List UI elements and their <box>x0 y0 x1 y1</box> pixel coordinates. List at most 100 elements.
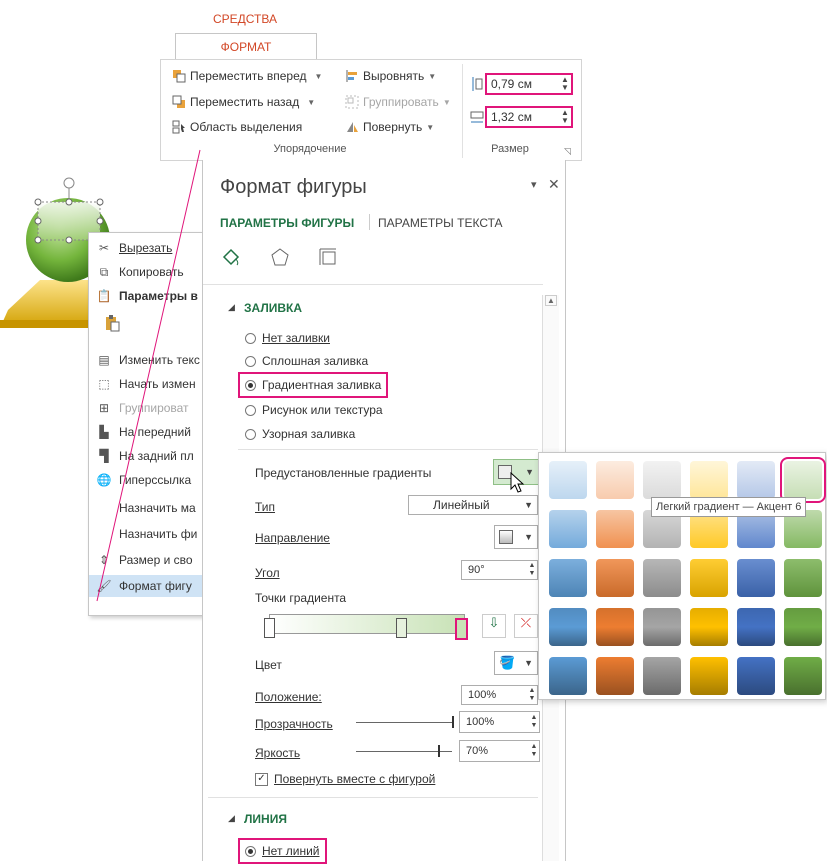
radio-picture-fill[interactable]: Рисунок или текстура <box>245 403 383 417</box>
tab-format[interactable]: ФОРМАТ <box>175 33 317 60</box>
collapse-fill-icon[interactable]: ◢ <box>228 302 235 313</box>
fill-line-icon[interactable] <box>221 247 241 270</box>
gradient-swatch[interactable] <box>549 559 587 597</box>
gradient-swatch[interactable] <box>596 510 634 548</box>
tooltip: Легкий градиент — Акцент 6 <box>651 497 807 517</box>
menu-item-copy[interactable]: ⧉ Копировать <box>89 261 209 283</box>
contextual-tab-label: СРЕДСТВА РИСОВАНИЯ <box>175 8 315 48</box>
spinner-arrows-icon[interactable]: ▲ ▼ <box>527 687 537 703</box>
size-properties-icon[interactable] <box>318 247 338 270</box>
gradient-swatch[interactable] <box>690 559 728 597</box>
menu-item-send-back[interactable]: ▜ На задний пл <box>89 445 209 467</box>
gradient-swatch[interactable] <box>737 608 775 646</box>
gradient-swatch[interactable] <box>643 461 681 499</box>
gradient-stop-handle[interactable] <box>396 618 407 638</box>
gradient-swatch[interactable] <box>784 559 822 597</box>
dialog-launcher-icon[interactable]: ◹ <box>564 146 571 157</box>
gradient-swatch[interactable] <box>690 657 728 695</box>
radio-button[interactable] <box>245 332 256 344</box>
remove-stop-icon[interactable]: ⤫ <box>514 614 538 638</box>
menu-item-hyperlink[interactable]: 🌐 Гиперссылка <box>89 469 209 491</box>
gradient-swatch[interactable] <box>549 461 587 499</box>
radio-button[interactable] <box>245 355 256 367</box>
menu-item-bring-front[interactable]: ▙ На передний <box>89 421 209 443</box>
transparency-slider-track[interactable] <box>356 722 452 723</box>
effects-icon[interactable] <box>270 247 290 270</box>
tab-text-options[interactable]: ПАРАМЕТРЫ ТЕКСТА <box>378 216 503 230</box>
gradient-swatch[interactable] <box>549 657 587 695</box>
gradient-swatch[interactable] <box>737 657 775 695</box>
width-spinner[interactable]: 1,32 см ▲ ▼ <box>485 106 573 128</box>
brightness-slider-thumb[interactable] <box>438 745 440 757</box>
bring-forward-button[interactable]: Переместить вперед ▼ <box>172 66 322 86</box>
spinner-arrows-icon[interactable]: ▲ ▼ <box>527 562 537 578</box>
selection-pane-button[interactable]: Область выделения <box>172 117 302 137</box>
brightness-spinner[interactable]: 70% ▲ ▼ <box>459 740 540 762</box>
gradient-swatch[interactable] <box>784 608 822 646</box>
gradient-swatch-selected[interactable] <box>780 457 826 503</box>
close-icon[interactable]: ✕ <box>548 176 560 193</box>
radio-button[interactable] <box>245 404 256 416</box>
transparency-spinner[interactable]: 100% ▲ ▼ <box>459 711 540 733</box>
gradient-swatch[interactable] <box>549 510 587 548</box>
rotate-button[interactable]: Повернуть ▼ <box>345 117 434 137</box>
tab-shape-options[interactable]: ПАРАМЕТРЫ ФИГУРЫ <box>220 216 354 230</box>
align-button[interactable]: Выровнять ▼ <box>345 66 436 86</box>
gradient-swatch[interactable] <box>643 608 681 646</box>
direction-dropdown[interactable]: ▼ <box>494 525 538 549</box>
gradient-swatch[interactable] <box>596 461 634 499</box>
position-spinner[interactable]: 100% ▲ ▼ <box>461 685 538 705</box>
radio-button[interactable] <box>245 379 256 391</box>
gradient-swatch[interactable] <box>737 559 775 597</box>
gradient-swatch[interactable] <box>549 608 587 646</box>
radio-button[interactable] <box>245 845 256 857</box>
gradient-swatch[interactable] <box>596 657 634 695</box>
radio-no-line[interactable]: Нет линий <box>238 838 327 864</box>
radio-gradient-fill[interactable]: Градиентная заливка <box>238 372 389 398</box>
radio-solid-fill[interactable]: Сплошная заливка <box>245 354 368 368</box>
collapse-line-icon[interactable]: ◢ <box>228 813 235 824</box>
gradient-stop-handle-selected[interactable] <box>455 618 468 640</box>
line-section-title[interactable]: ЛИНИЯ <box>244 812 287 826</box>
spinner-arrows-icon[interactable]: ▲ ▼ <box>529 714 539 730</box>
gradient-stops-bar[interactable] <box>264 612 468 640</box>
menu-item-size-properties[interactable]: ⇕ Размер и сво <box>89 549 209 571</box>
gradient-swatch[interactable] <box>737 461 775 499</box>
gradient-stop-handle[interactable] <box>264 618 275 638</box>
menu-item-paste-option[interactable] <box>89 313 209 335</box>
gradient-swatch[interactable] <box>690 608 728 646</box>
radio-button[interactable] <box>245 428 256 440</box>
radio-no-fill[interactable]: Нет заливки <box>245 331 330 345</box>
menu-item-group[interactable]: ⊞ Группироват <box>89 397 209 419</box>
spinner-arrows-icon[interactable]: ▲ ▼ <box>559 109 571 125</box>
send-backward-button[interactable]: Переместить назад ▼ <box>172 92 315 112</box>
scroll-up-icon[interactable]: ▲ <box>545 295 557 306</box>
fill-section-title[interactable]: ЗАЛИВКА <box>244 301 302 315</box>
angle-spinner[interactable]: 90° ▲ ▼ <box>461 560 538 580</box>
gradient-swatch[interactable] <box>643 657 681 695</box>
chevron-down-icon: ▼ <box>314 71 323 81</box>
menu-item-assign-figure[interactable]: Назначить фи <box>89 523 209 545</box>
gradient-swatch[interactable] <box>690 461 728 499</box>
height-spinner[interactable]: 0,79 см ▲ ▼ <box>485 73 573 95</box>
menu-item-edit-text[interactable]: ▤ Изменить текс <box>89 349 209 371</box>
rotate-with-shape-checkbox[interactable]: ✓ Повернуть вместе с фигурой <box>255 772 435 786</box>
menu-item-format-shape[interactable]: 🖌 Формат фигу <box>89 575 209 597</box>
gradient-swatch[interactable] <box>643 559 681 597</box>
menu-item-assign-macro[interactable]: Назначить ма <box>89 497 209 519</box>
transparency-slider-thumb[interactable] <box>452 716 454 728</box>
radio-pattern-fill[interactable]: Узорная заливка <box>245 427 355 441</box>
spinner-arrows-icon[interactable]: ▲ ▼ <box>559 76 571 92</box>
color-dropdown[interactable]: 🪣 ▼ <box>494 651 538 675</box>
menu-item-cut[interactable]: ✂ Вырезать <box>89 237 209 259</box>
spinner-arrows-icon[interactable]: ▲ ▼ <box>529 743 539 759</box>
menu-item-edit-points[interactable]: ⬚ Начать измен <box>89 373 209 395</box>
gradient-swatch[interactable] <box>596 608 634 646</box>
gradient-swatch[interactable] <box>784 657 822 695</box>
pane-options-icon[interactable]: ▾ <box>531 178 537 191</box>
gradient-swatch[interactable] <box>596 559 634 597</box>
checkmark-icon[interactable]: ✓ <box>255 772 268 786</box>
add-stop-icon[interactable]: ⇩ <box>482 614 506 638</box>
group-button[interactable]: Группировать ▼ <box>345 92 451 112</box>
type-dropdown[interactable]: Линейный ▼ <box>408 495 538 515</box>
